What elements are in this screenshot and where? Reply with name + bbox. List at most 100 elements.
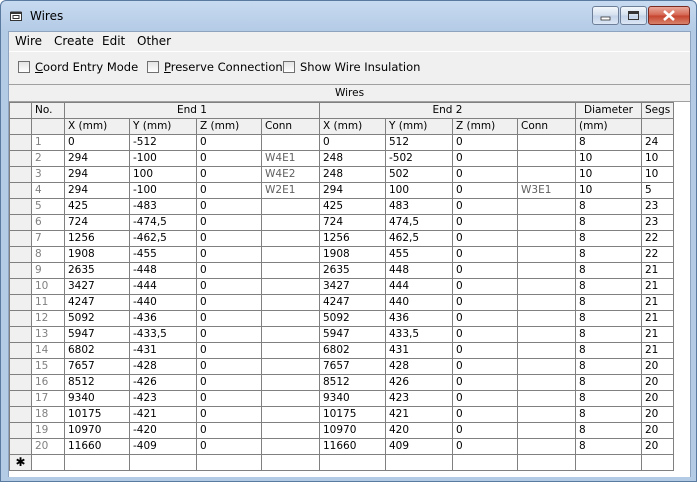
table-row[interactable]: 2 294 -100 0 W4E1 248 -502 0 10 10 (9, 150, 675, 167)
new-row-cell[interactable] (319, 454, 386, 471)
cell-diam[interactable]: 8 (575, 310, 642, 327)
cell-diam[interactable]: 8 (575, 262, 642, 279)
cell-z1[interactable]: 0 (196, 246, 262, 263)
cell-conn2[interactable] (517, 166, 576, 183)
cell-y1[interactable]: -423 (129, 390, 197, 407)
cell-conn1[interactable] (261, 422, 320, 439)
cell-z1[interactable]: 0 (196, 294, 262, 311)
row-selector[interactable] (9, 374, 32, 391)
cell-segs[interactable]: 20 (640, 406, 675, 423)
cell-x2[interactable]: 10970 (319, 422, 386, 439)
cell-z2[interactable]: 0 (452, 166, 518, 183)
cell-diam[interactable]: 8 (575, 390, 642, 407)
cell-x2[interactable]: 5092 (319, 310, 386, 327)
cell-y1[interactable]: -433,5 (129, 326, 197, 343)
cell-x1[interactable]: 5092 (64, 310, 130, 327)
menu-edit[interactable]: Edit (102, 34, 125, 48)
menu-wire[interactable]: Wire (15, 34, 42, 48)
cell-y2[interactable]: 423 (385, 390, 453, 407)
cell-conn2[interactable] (517, 422, 576, 439)
cell-z1[interactable]: 0 (196, 310, 262, 327)
cell-segs[interactable]: 21 (640, 342, 675, 359)
cell-conn1[interactable] (261, 390, 320, 407)
cell-y2[interactable]: 462,5 (385, 230, 453, 247)
cell-x2[interactable]: 0 (319, 134, 386, 151)
row-selector[interactable] (9, 246, 32, 263)
cell-z2[interactable]: 0 (452, 150, 518, 167)
cell-x2[interactable]: 248 (319, 166, 386, 183)
cell-x1[interactable]: 2635 (64, 262, 130, 279)
cell-z2[interactable]: 0 (452, 342, 518, 359)
cell-z2[interactable]: 0 (452, 182, 518, 199)
cell-y1[interactable]: -428 (129, 358, 197, 375)
cell-x1[interactable]: 294 (64, 150, 130, 167)
cell-z2[interactable]: 0 (452, 406, 518, 423)
cell-conn1[interactable] (261, 230, 320, 247)
menu-create[interactable]: Create (54, 34, 94, 48)
row-selector[interactable] (9, 422, 32, 439)
new-row-cell[interactable] (640, 454, 675, 471)
cell-segs[interactable]: 22 (640, 230, 675, 247)
cell-segs[interactable]: 21 (640, 326, 675, 343)
table-row[interactable]: 11 4247 -440 0 4247 440 0 8 21 (9, 294, 675, 311)
cell-diam[interactable]: 8 (575, 230, 642, 247)
cell-segs[interactable]: 22 (640, 246, 675, 263)
cell-x1[interactable]: 8512 (64, 374, 130, 391)
cell-conn2[interactable] (517, 278, 576, 295)
cell-diam[interactable]: 8 (575, 406, 642, 423)
new-row-cell[interactable] (452, 454, 518, 471)
col-header-conn1[interactable]: Conn (261, 118, 320, 135)
row-selector[interactable] (9, 214, 32, 231)
cell-y2[interactable]: 448 (385, 262, 453, 279)
cell-conn1[interactable] (261, 294, 320, 311)
cell-x1[interactable]: 1256 (64, 230, 130, 247)
cell-x1[interactable]: 10175 (64, 406, 130, 423)
cell-y1[interactable]: -426 (129, 374, 197, 391)
cell-y2[interactable]: 433,5 (385, 326, 453, 343)
cell-conn1[interactable] (261, 374, 320, 391)
cell-conn1[interactable] (261, 262, 320, 279)
cell-x2[interactable]: 1256 (319, 230, 386, 247)
cell-z1[interactable]: 0 (196, 150, 262, 167)
cell-z1[interactable]: 0 (196, 358, 262, 375)
new-row-cell[interactable] (261, 454, 320, 471)
cell-z2[interactable]: 0 (452, 230, 518, 247)
cell-x2[interactable]: 1908 (319, 246, 386, 263)
table-row[interactable]: 12 5092 -436 0 5092 436 0 8 21 (9, 310, 675, 327)
minimize-button[interactable] (592, 6, 619, 25)
cell-x2[interactable]: 11660 (319, 438, 386, 455)
table-row[interactable]: 3 294 100 0 W4E2 248 502 0 10 10 (9, 166, 675, 183)
cell-y2[interactable]: 100 (385, 182, 453, 199)
cell-y2[interactable]: 420 (385, 422, 453, 439)
cell-conn2[interactable] (517, 390, 576, 407)
table-row[interactable]: 16 8512 -426 0 8512 426 0 8 20 (9, 374, 675, 391)
cell-conn2[interactable] (517, 438, 576, 455)
cell-y2[interactable]: -502 (385, 150, 453, 167)
cell-z1[interactable]: 0 (196, 406, 262, 423)
new-row-cell[interactable] (64, 454, 130, 471)
cell-diam[interactable]: 10 (575, 182, 642, 199)
col-header-y2[interactable]: Y (mm) (385, 118, 453, 135)
cell-y1[interactable]: -420 (129, 422, 197, 439)
cell-conn1[interactable] (261, 406, 320, 423)
cell-z2[interactable]: 0 (452, 246, 518, 263)
cell-segs[interactable]: 10 (640, 150, 675, 167)
cell-conn1[interactable] (261, 134, 320, 151)
cell-y2[interactable]: 455 (385, 246, 453, 263)
cell-y1[interactable]: -483 (129, 198, 197, 215)
cell-x1[interactable]: 5947 (64, 326, 130, 343)
cell-x1[interactable]: 0 (64, 134, 130, 151)
cell-conn2[interactable] (517, 358, 576, 375)
cell-y1[interactable]: 100 (129, 166, 197, 183)
col-header-diameter[interactable]: Diameter (575, 102, 642, 119)
preserve-connections-label[interactable]: Preserve Connections (164, 60, 289, 74)
table-row[interactable]: 9 2635 -448 0 2635 448 0 8 21 (9, 262, 675, 279)
cell-diam[interactable]: 8 (575, 374, 642, 391)
cell-z1[interactable]: 0 (196, 374, 262, 391)
row-selector[interactable] (9, 150, 32, 167)
cell-y2[interactable]: 431 (385, 342, 453, 359)
cell-z2[interactable]: 0 (452, 310, 518, 327)
cell-x1[interactable]: 9340 (64, 390, 130, 407)
table-row[interactable]: 1 0 -512 0 0 512 0 8 24 (9, 134, 675, 151)
row-selector[interactable] (9, 294, 32, 311)
